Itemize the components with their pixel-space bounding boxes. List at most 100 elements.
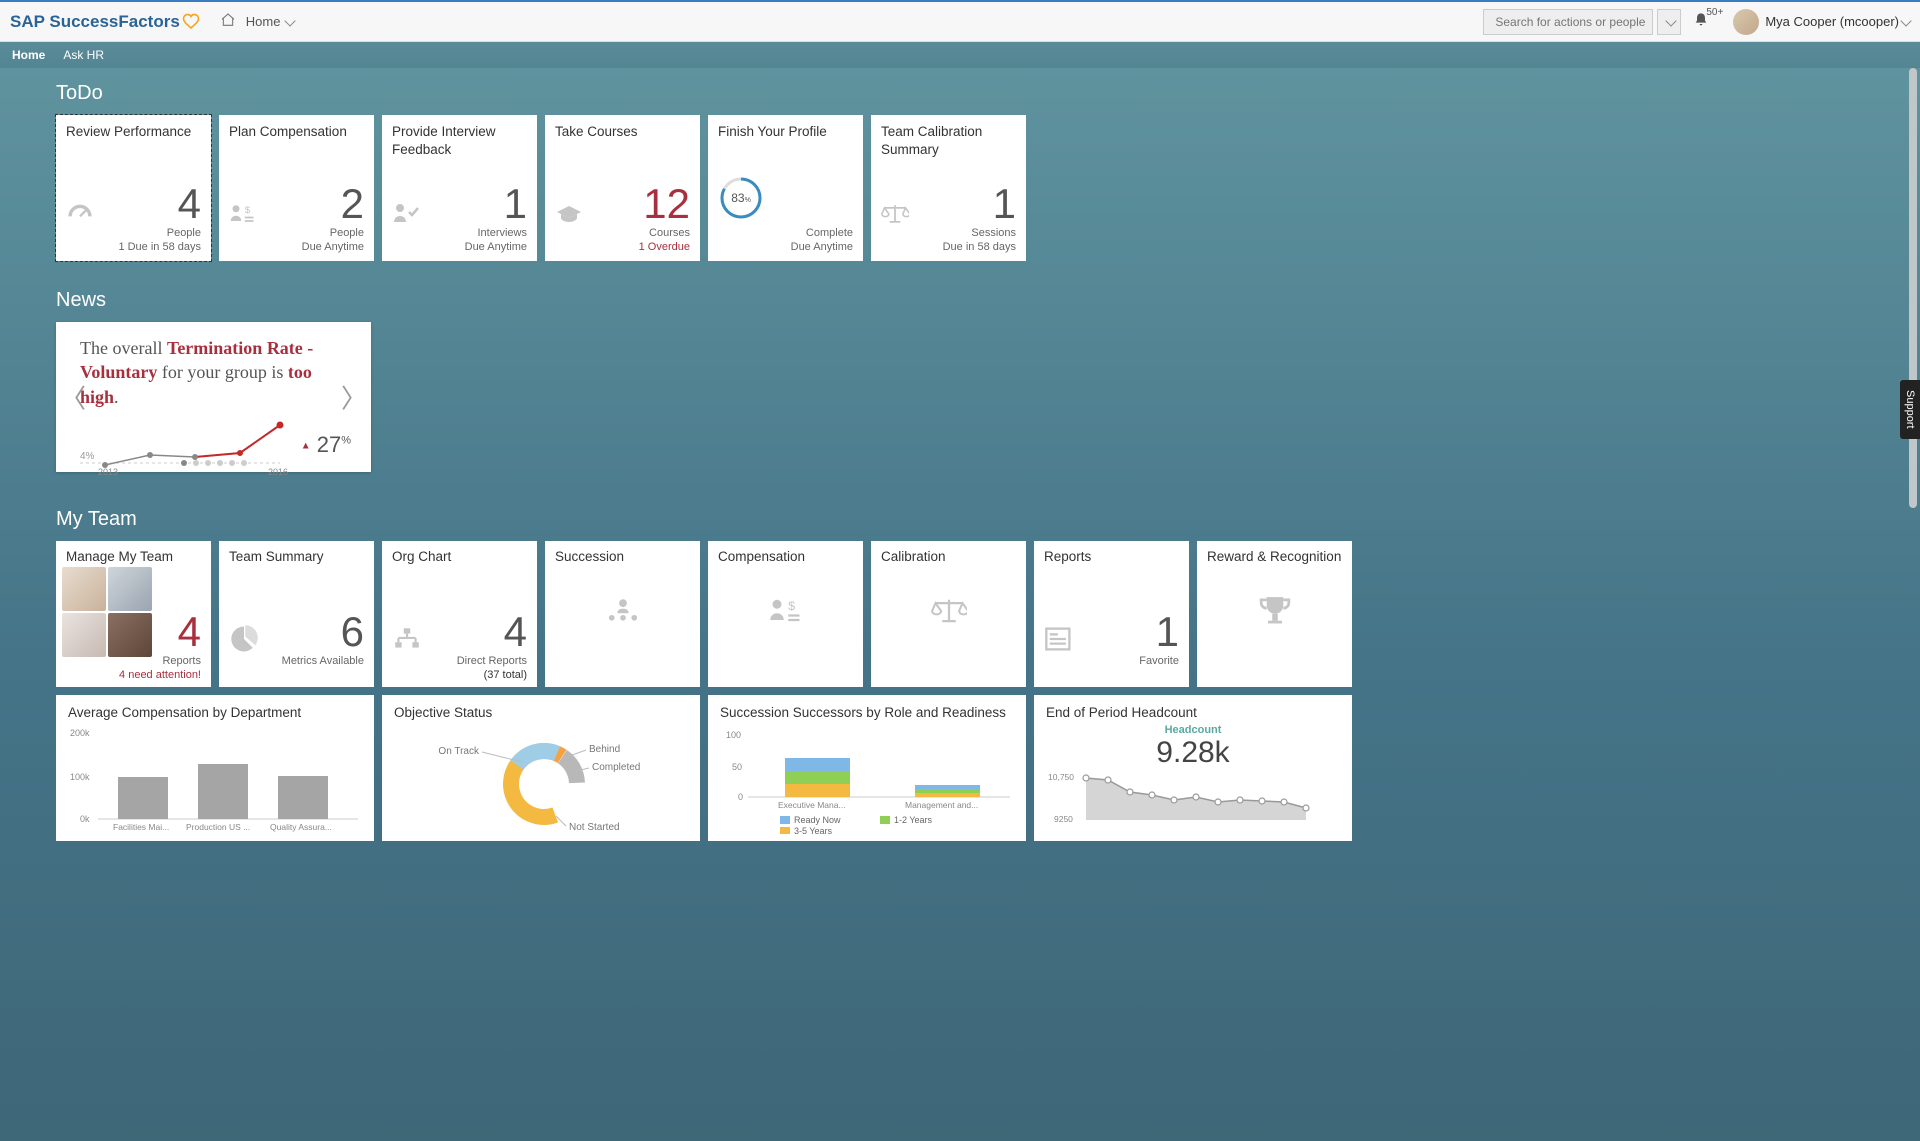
chart-title: End of Period Headcount [1046,705,1340,720]
person-money-icon: $ [229,200,257,231]
tile-value: 2 [341,183,364,225]
chart-objective-status[interactable]: Objective Status On Track Behind Complet… [382,695,700,841]
svg-text:$: $ [245,205,251,216]
subnav-askhr[interactable]: Ask HR [63,48,104,62]
search-box[interactable] [1483,9,1653,35]
tile-title: Org Chart [392,549,527,564]
chevron-down-icon [1665,15,1676,26]
chart-tiles: Average Compensation by Department 200k … [56,695,1920,841]
tile-title: Review Performance [66,123,201,141]
tile-title: Compensation [718,549,853,564]
myteam-tile[interactable]: Team Summary6Metrics Available [219,541,374,687]
svg-text:On Track: On Track [438,746,480,757]
myteam-tile[interactable]: Reports1Favorite [1034,541,1189,687]
svg-text:$: $ [788,599,795,613]
svg-text:3-5 Years: 3-5 Years [794,826,833,834]
todo-tile[interactable]: Plan Compensation$2PeopleDue Anytime [219,115,374,261]
heart-icon [182,13,200,31]
tile-value: 4 [178,611,201,653]
person-money-icon: $ [768,593,804,632]
scrollbar[interactable] [1909,68,1917,1141]
svg-text:50: 50 [732,762,742,772]
svg-text:Production US ...: Production US ... [186,822,250,832]
myteam-tile[interactable]: Manage My Team 4 Reports 4 need attention! [56,541,211,687]
tile-sub: Favorite [1139,655,1179,667]
search-dropdown[interactable] [1657,9,1681,35]
support-tab[interactable]: Support [1900,380,1920,439]
myteam-tiles: Manage My Team 4 Reports 4 need attention! T… [56,541,1920,687]
svg-text:100k: 100k [70,772,90,782]
chart-avg-compensation[interactable]: Average Compensation by Department 200k … [56,695,374,841]
newspaper-icon [1044,624,1074,657]
tile-sub2: Due Anytime [302,241,364,253]
tile-sub2: Due Anytime [791,241,853,253]
tile-value: 4 [504,611,527,653]
team-photos [62,567,152,657]
subnav-home[interactable]: Home [12,48,45,62]
tile-value: 4 [178,183,201,225]
tile-title: Provide Interview Feedback [392,123,527,158]
todo-tile[interactable]: Finish Your Profile83%CompleteDue Anytim… [708,115,863,261]
news-value: ▲ 27% [301,432,351,458]
notifications-icon[interactable]: 50+ [1693,12,1709,32]
user-menu[interactable]: Mya Cooper (mcooper) [1765,14,1910,29]
section-todo-title: ToDo [56,82,1920,105]
todo-tile[interactable]: Team Calibration Summary1SessionsDue in … [871,115,1026,261]
chart-headcount[interactable]: End of Period Headcount Headcount 9.28k … [1034,695,1352,841]
svg-text:2013: 2013 [98,467,118,475]
chart-succession[interactable]: Succession Successors by Role and Readin… [708,695,1026,841]
news-prev[interactable]: 〈 [60,379,86,416]
home-icon[interactable] [220,12,236,31]
tile-sub2: Due Anytime [465,241,527,253]
tile-sub: Sessions [971,227,1016,239]
tile-sub2: (37 total) [484,669,527,681]
tile-sub: Courses [649,227,690,239]
tile-title: Reward & Recognition [1207,549,1342,564]
section-myteam-title: My Team [56,508,1920,531]
news-next[interactable]: 〉 [341,379,367,416]
svg-text:1-2 Years: 1-2 Years [894,815,933,825]
headcount-value: 9.28k [1046,736,1340,770]
svg-text:2016: 2016 [268,467,288,475]
subnav: Home Ask HR [0,42,1920,68]
scale-icon [931,593,967,632]
svg-text:Facilities Mai...: Facilities Mai... [113,822,169,832]
svg-text:Not Started: Not Started [569,822,620,833]
todo-tile[interactable]: Review Performance4People1 Due in 58 day… [56,115,211,261]
tile-title: Plan Compensation [229,123,364,141]
myteam-tile[interactable]: Org Chart 4 Direct Reports (37 total) [382,541,537,687]
todo-tile[interactable]: Provide Interview Feedback1InterviewsDue… [382,115,537,261]
myteam-tile[interactable]: Reward & Recognition [1197,541,1352,687]
myteam-tile[interactable]: Calibration [871,541,1026,687]
todo-tile[interactable]: Take Courses12Courses1 Overdue [545,115,700,261]
svg-text:100: 100 [726,730,741,740]
tile-sub2: 4 need attention! [119,669,201,681]
gauge-icon [66,200,94,231]
news-dots[interactable] [181,460,247,466]
tile-title: Calibration [881,549,1016,564]
tile-title: Team Calibration Summary [881,123,1016,158]
notification-count: 50+ [1706,7,1723,18]
news-headline: The overall Termination Rate - Voluntary… [80,336,347,409]
svg-text:200k: 200k [70,728,90,738]
news-tile[interactable]: 〈 〉 The overall Termination Rate - Volun… [56,322,371,472]
myteam-tile[interactable]: Compensation $ [708,541,863,687]
svg-text:Ready Now: Ready Now [794,815,841,825]
svg-text:Management and...: Management and... [905,800,978,810]
module-dropdown[interactable]: Home [246,14,295,29]
tile-sub: Reports [162,655,201,667]
tile-value: 6 [341,611,364,653]
tile-title: Finish Your Profile [718,123,853,141]
tile-sub: Direct Reports [457,655,527,667]
tile-title: Succession [555,549,690,564]
tile-title: Manage My Team [66,549,201,564]
search-input[interactable] [1495,15,1650,29]
scale-icon [881,200,909,231]
grad-cap-icon [555,200,583,231]
chart-title: Succession Successors by Role and Readin… [720,705,1014,720]
tile-sub: Complete [806,227,853,239]
svg-text:4%: 4% [80,451,95,462]
myteam-tile[interactable]: Succession [545,541,700,687]
user-avatar[interactable] [1733,9,1759,35]
app-logo[interactable]: SAP SuccessFactors [10,12,200,32]
